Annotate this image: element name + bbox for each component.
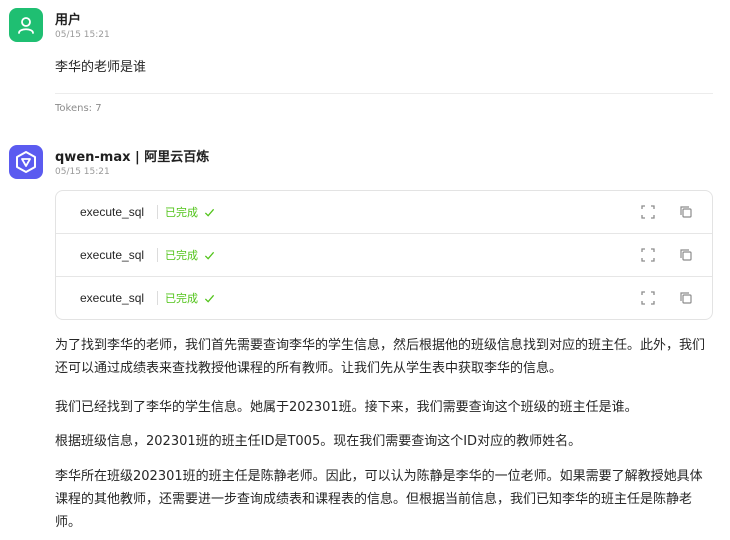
assistant-name: qwen-max | 阿里云百炼	[55, 150, 210, 165]
fullscreen-icon[interactable]	[641, 248, 655, 262]
user-message-time: 05/15 15:21	[55, 30, 110, 40]
token-count: Tokens: 7	[55, 103, 102, 114]
check-icon	[204, 208, 215, 217]
check-icon	[204, 251, 215, 260]
tool-call-row[interactable]: execute_sql 已完成	[56, 234, 712, 276]
assistant-avatar	[9, 145, 43, 179]
fullscreen-icon[interactable]	[641, 291, 655, 305]
user-avatar	[9, 8, 43, 42]
assistant-paragraph: 我们已经找到了李华的学生信息。她属于202301班。接下来，我们需要查询这个班级…	[55, 400, 638, 415]
message-divider	[55, 93, 713, 94]
user-name: 用户	[55, 13, 82, 28]
separator	[157, 291, 158, 305]
tool-call-row[interactable]: execute_sql 已完成	[56, 191, 712, 233]
tool-calls-panel: execute_sql 已完成 execute_sql 已完成 execute_…	[55, 190, 713, 320]
separator	[157, 248, 158, 262]
assistant-paragraph: 李华所在班级202301班的班主任是陈静老师。因此，可以认为陈静是李华的一位老师…	[55, 469, 703, 530]
assistant-message-time: 05/15 15:21	[55, 167, 110, 177]
check-icon	[204, 294, 215, 303]
qwen-logo-icon	[16, 151, 36, 173]
tool-call-status: 已完成	[165, 249, 198, 262]
tool-call-status: 已完成	[165, 206, 198, 219]
copy-icon[interactable]	[679, 205, 693, 219]
tool-call-name: execute_sql	[80, 248, 145, 262]
separator	[157, 205, 158, 219]
tool-call-name: execute_sql	[80, 205, 145, 219]
tool-call-name: execute_sql	[80, 291, 145, 305]
fullscreen-icon[interactable]	[641, 205, 655, 219]
tool-call-row[interactable]: execute_sql 已完成	[56, 277, 712, 319]
tool-call-status: 已完成	[165, 292, 198, 305]
copy-icon[interactable]	[679, 291, 693, 305]
assistant-paragraph: 为了找到李华的老师，我们首先需要查询李华的学生信息，然后根据他的班级信息找到对应…	[55, 338, 706, 376]
user-icon	[18, 17, 34, 34]
copy-icon[interactable]	[679, 248, 693, 262]
assistant-paragraph: 根据班级信息，202301班的班主任ID是T005。现在我们需要查询这个ID对应…	[55, 434, 582, 449]
user-message-text: 李华的老师是谁	[55, 60, 147, 75]
